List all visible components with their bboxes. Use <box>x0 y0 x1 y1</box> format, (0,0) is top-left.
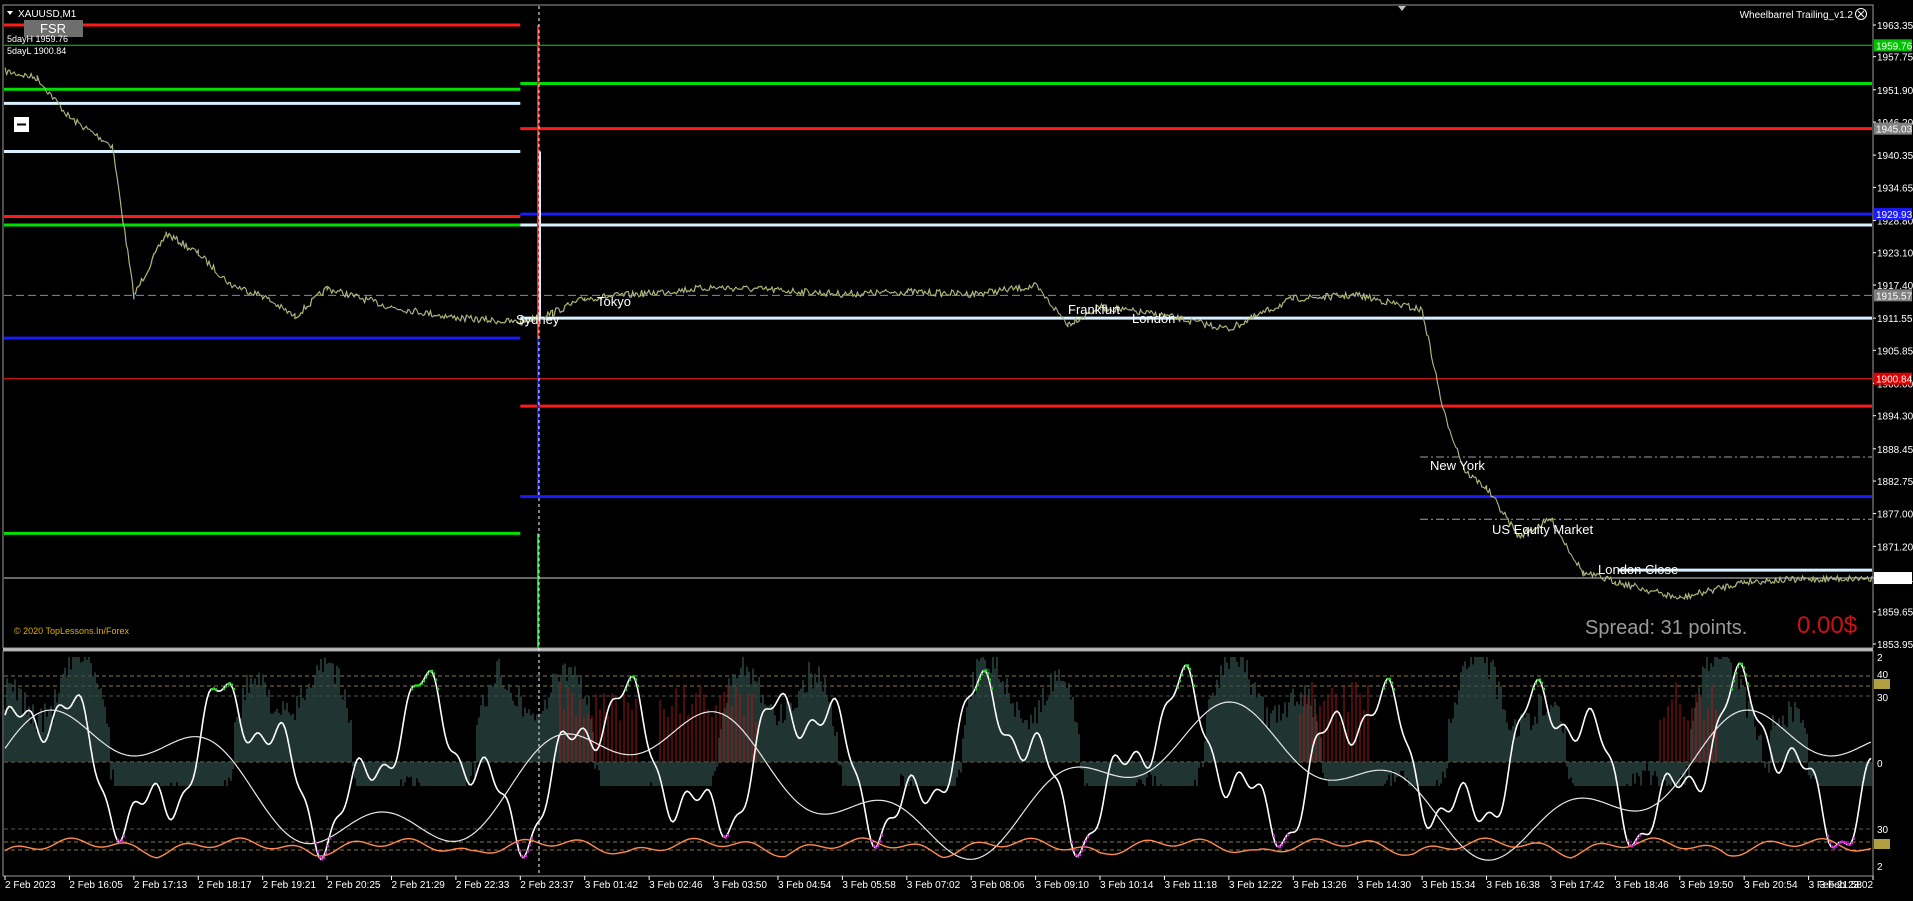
time-tick-label: 2 Feb 22:33 <box>456 880 510 891</box>
time-tick-label: 3 Feb 01:42 <box>585 880 639 891</box>
time-tick-label: 3 Feb 20:54 <box>1744 880 1798 891</box>
price-tick-label: 1963.35 <box>1877 21 1913 32</box>
price-tick-label: 1871.20 <box>1877 542 1913 553</box>
price-tag-label: 1929.93 <box>1876 210 1913 221</box>
price-tick-label: 1957.75 <box>1877 53 1913 64</box>
price-tag-label: 1900.84 <box>1876 375 1913 386</box>
chart-window[interactable]: 1963.351957.751951.901946.201940.351934.… <box>0 0 1913 901</box>
price-tick-label: 1911.55 <box>1877 314 1913 325</box>
time-tick-label: 2 Feb 21:29 <box>391 880 445 891</box>
time-tick-label: 3 Feb 18:46 <box>1615 880 1669 891</box>
indicator-tag <box>1874 839 1890 849</box>
time-tick-label: 3 Feb 13:26 <box>1293 880 1347 891</box>
five-day-low: 5dayL 1900.84 <box>7 46 66 56</box>
price-tick-label: 1882.75 <box>1877 477 1913 488</box>
time-tick-label: 2 Feb 18:17 <box>198 880 252 891</box>
time-tick-label: 3 Feb 07:02 <box>907 880 961 891</box>
spread-text: Spread: 31 points. <box>1585 617 1747 639</box>
ea-label: Wheelbarrel Trailing_v1.2 <box>1740 10 1854 21</box>
time-tick-label: 2 Feb 23:37 <box>520 880 574 891</box>
price-tick-label: 1888.45 <box>1877 445 1913 456</box>
session-label-tokyo: Tokyo <box>597 294 631 309</box>
indicator-tick-label: 30 <box>1877 693 1889 704</box>
price-tick-label: 1877.00 <box>1877 510 1913 521</box>
time-tick-label: 2 Feb 2023 <box>5 880 56 891</box>
session-label-new-york: New York <box>1430 458 1485 473</box>
price-tick-label: 1859.65 <box>1877 608 1913 619</box>
price-tick-label: 1934.65 <box>1877 183 1913 194</box>
time-tick-label: 3 Feb 02:46 <box>649 880 703 891</box>
price-tick-label: 1905.85 <box>1877 346 1913 357</box>
session-label-frankfurt: Frankfurt <box>1068 302 1120 317</box>
indicator-tick-label: 2 <box>1877 862 1883 873</box>
price-tick-label: 1940.35 <box>1877 151 1913 162</box>
session-label-london: London <box>1132 311 1175 326</box>
time-tick-label: 3 Feb 23:02 <box>1820 880 1874 891</box>
indicator-tick-label: 2 <box>1877 653 1883 664</box>
time-tick-label: 2 Feb 20:25 <box>327 880 381 891</box>
price-tick-label: 1894.30 <box>1877 412 1913 423</box>
indicator-tag <box>1874 679 1890 689</box>
time-tick-label: 3 Feb 15:34 <box>1422 880 1476 891</box>
trade-panel-toggle[interactable] <box>14 117 29 132</box>
time-tick-label: 3 Feb 09:10 <box>1036 880 1090 891</box>
time-tick-label: 2 Feb 16:05 <box>69 880 123 891</box>
time-tick-label: 3 Feb 17:42 <box>1551 880 1605 891</box>
price-tick-label: 1951.90 <box>1877 86 1913 97</box>
time-tick-label: 3 Feb 16:38 <box>1487 880 1541 891</box>
chart-canvas[interactable]: 1963.351957.751951.901946.201940.351934.… <box>0 0 1913 901</box>
time-tick-label: 3 Feb 08:06 <box>971 880 1025 891</box>
price-tag-label: 1915.57 <box>1876 291 1913 302</box>
time-tick-label: 3 Feb 03:50 <box>714 880 768 891</box>
time-tick-label: 3 Feb 05:58 <box>842 880 896 891</box>
time-tick-label: 2 Feb 19:21 <box>263 880 317 891</box>
session-label-sydney: Sydney <box>516 312 560 327</box>
time-tick-label: 3 Feb 14:30 <box>1358 880 1412 891</box>
time-tick-label: 2 Feb 17:13 <box>134 880 188 891</box>
price-tag-label: 1959.76 <box>1876 41 1913 52</box>
time-tick-label: 3 Feb 11:18 <box>1164 880 1217 891</box>
indicator-tick-label: 30 <box>1877 825 1889 836</box>
price-tick-label: 1923.10 <box>1877 249 1913 260</box>
five-day-high: 5dayH 1959.76 <box>7 34 68 44</box>
copyright-text: © 2020 TopLessons.In/Forex <box>14 626 130 636</box>
time-tick-label: 3 Feb 04:54 <box>778 880 832 891</box>
price-tag-label: 1865.61 <box>1876 574 1913 585</box>
indicator-tick-label: 0 <box>1877 759 1883 770</box>
session-label-us-equity: US Equity Market <box>1492 522 1594 537</box>
time-tick-label: 3 Feb 10:14 <box>1100 880 1154 891</box>
symbol-header[interactable]: XAUUSD,M1 <box>7 9 77 20</box>
profit-text: 0.00$ <box>1797 612 1857 639</box>
symbol-label: XAUUSD,M1 <box>18 9 77 20</box>
price-tick-label: 1853.95 <box>1877 640 1913 651</box>
time-tick-label: 3 Feb 12:22 <box>1229 880 1283 891</box>
time-tick-label: 3 Feb 19:50 <box>1680 880 1734 891</box>
price-tag-label: 1945.03 <box>1876 125 1913 136</box>
session-label-london-close: London Close <box>1598 562 1678 577</box>
